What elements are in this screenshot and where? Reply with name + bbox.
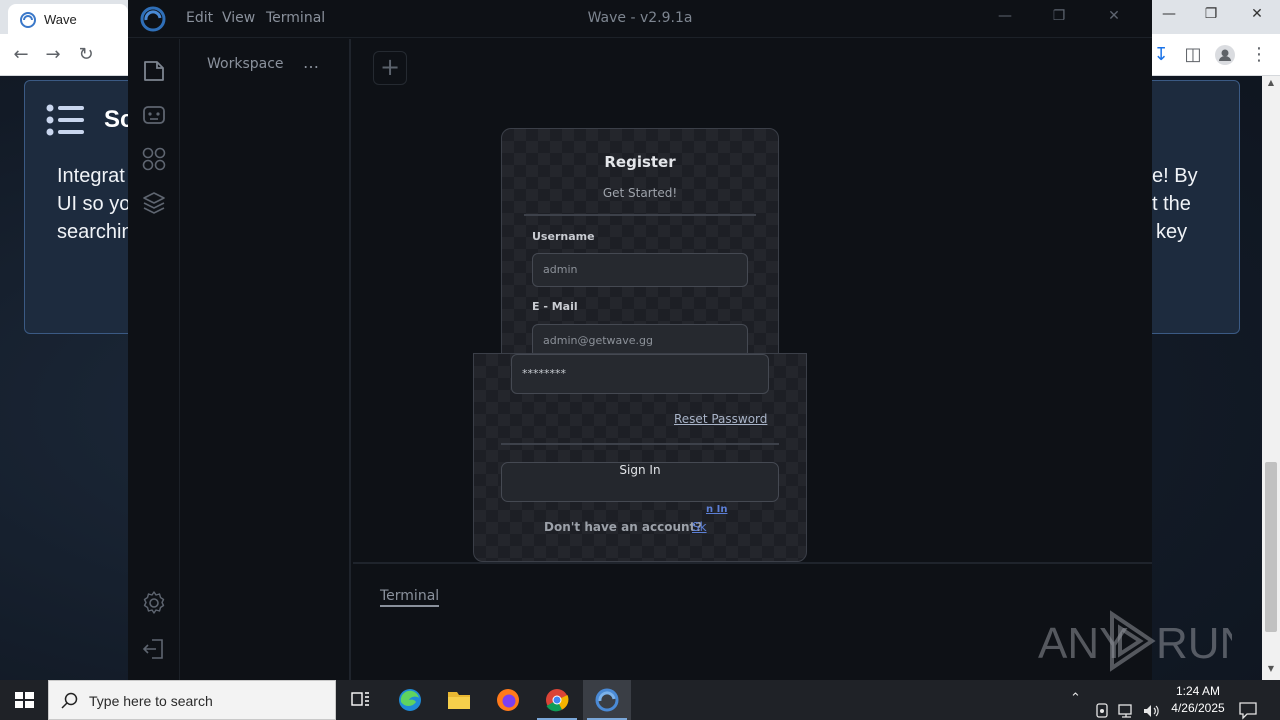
reset-password-link[interactable]: Reset Password [674,412,767,426]
chrome-taskbar-item[interactable] [533,680,581,720]
search-placeholder: Type here to search [89,693,213,709]
search-icon [61,692,78,709]
wave-taskbar-item[interactable] [583,680,631,720]
svg-text:RUN: RUN [1156,619,1232,668]
network-icon[interactable] [1118,691,1136,720]
taskbar-clock[interactable]: 1:24 AM 4/26/2025 [1160,683,1236,717]
back-icon[interactable]: ← [10,44,32,66]
svg-text:ANY: ANY [1038,619,1128,668]
terminal-tab[interactable]: Terminal [380,588,440,607]
wave-close-icon[interactable]: ✕ [1099,8,1129,30]
volume-icon[interactable] [1142,691,1160,720]
firefox-icon[interactable] [484,680,532,720]
browser-minimize-icon[interactable]: — [1158,6,1180,26]
page-scrollbar[interactable]: ▲ ▼ [1262,76,1280,680]
robot-icon[interactable] [140,101,168,129]
password-input[interactable]: ******** [511,354,769,394]
sign-up-link[interactable]: Sk [692,520,707,534]
device-icon[interactable] [1094,691,1110,720]
card-text-left-2: UI so yo [57,193,131,215]
side-panel-icon[interactable]: ◫ [1182,44,1204,66]
browser-tab-title: Wave [44,12,77,27]
username-input[interactable]: admin [532,253,748,287]
browser-tab[interactable]: Wave [8,4,128,34]
logout-icon[interactable] [140,635,168,663]
windows-start-icon[interactable] [0,680,48,720]
username-label: Username [532,230,595,243]
register-dialog: Register Get Started! Username admin E -… [501,128,779,356]
card-text-right-2: t the [1152,193,1191,215]
card-text-right-1: e! By [1152,165,1198,187]
sign-in-button[interactable]: Sign In [501,462,779,502]
card-text-left-3: searchin [57,221,133,243]
register-subtitle: Get Started! [602,186,678,200]
profile-avatar-icon[interactable] [1214,44,1236,66]
no-account-text: Don't have an account? [544,520,703,534]
anyrun-watermark: ANY RUN [1038,610,1232,672]
wave-app-icon [595,688,619,712]
taskbar-search-box[interactable]: Type here to search [48,680,336,720]
chrome-icon [546,689,569,712]
signin-dialog: ******** Reset Password Sign In n In Don… [473,353,807,562]
file-explorer-icon[interactable] [435,680,483,720]
clock-time: 1:24 AM [1175,684,1221,698]
forward-icon[interactable]: → [42,44,64,66]
workspace-panel: Workspace … [181,39,351,680]
task-view-icon[interactable] [336,680,384,720]
windows-taskbar: Type here to search ⌃ 1:24 AM 4/26/2025 [0,680,1280,720]
card-text-left-1: Integrat [57,165,125,187]
list-icon [46,104,84,136]
browser-close-icon[interactable]: ✕ [1246,6,1268,26]
register-title: Register [604,153,676,171]
wave-sidebar [128,39,180,680]
scroll-thumb[interactable] [1265,462,1277,632]
email-label: E - Mail [532,300,578,313]
apps-grid-icon[interactable] [140,145,168,173]
terminal-panel: Terminal [353,562,1152,680]
files-icon[interactable] [140,57,168,85]
notifications-icon[interactable] [1238,690,1258,720]
settings-icon[interactable] [140,589,168,617]
add-tab-button[interactable]: + [373,51,407,85]
browser-restore-icon[interactable]: ❐ [1200,6,1222,26]
workspace-more-icon[interactable]: … [303,53,320,72]
card-text-right-3: key [1156,221,1188,243]
download-icon[interactable]: ↧ [1150,44,1172,66]
signin-divider [501,443,779,445]
reload-icon[interactable]: ↻ [75,44,97,66]
wave-favicon-icon [20,12,36,28]
edge-browser-icon[interactable] [386,680,434,720]
sign-in-link[interactable]: n In [706,504,727,515]
layers-icon[interactable] [140,189,168,217]
browser-menu-icon[interactable]: ⋮ [1248,44,1270,66]
clock-date: 4/26/2025 [1171,701,1225,715]
wave-restore-icon[interactable]: ❐ [1044,8,1074,30]
wave-minimize-icon[interactable]: — [990,8,1020,30]
scroll-up-icon[interactable]: ▲ [1262,78,1280,92]
email-input[interactable]: admin@getwave.gg [532,324,748,355]
wave-titlebar: Edit View Terminal Wave - v2.9.1a — ❐ ✕ [128,0,1152,38]
show-hidden-icons-icon[interactable]: ⌃ [1070,691,1081,720]
workspace-label: Workspace [207,56,284,72]
dialog-divider [524,214,756,216]
scroll-down-icon[interactable]: ▼ [1262,664,1280,678]
